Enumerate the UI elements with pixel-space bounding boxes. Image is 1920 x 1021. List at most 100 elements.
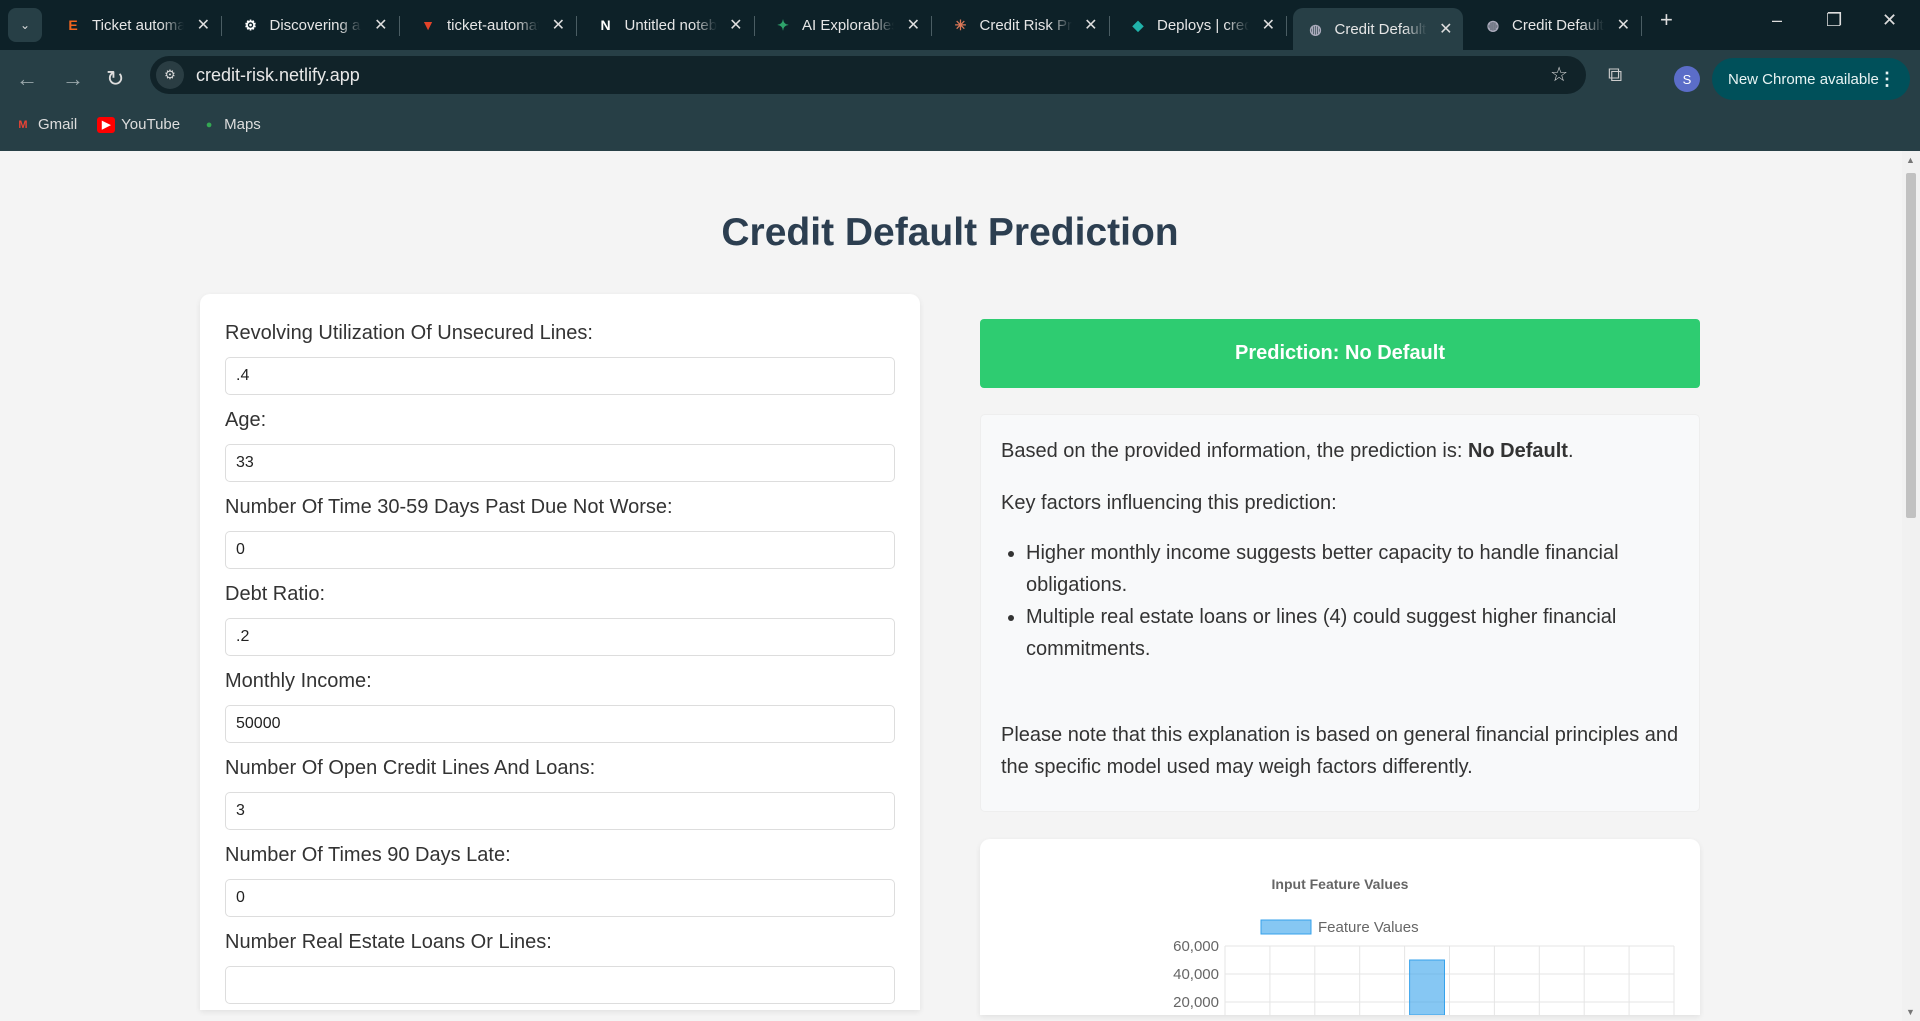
field-input[interactable] (225, 966, 895, 1004)
field-input[interactable] (225, 792, 895, 830)
bookmarks-bar: M Gmail ▶ YouTube ● Maps (14, 116, 261, 133)
bookmark-gmail[interactable]: M Gmail (14, 116, 77, 133)
close-tab-icon[interactable]: ✕ (374, 15, 387, 35)
form-field: Number Of Open Credit Lines And Loans: (225, 757, 895, 844)
bookmark-star-icon[interactable]: ☆ (1550, 62, 1568, 87)
scroll-down-icon[interactable]: ▼ (1906, 1007, 1915, 1017)
close-tab-icon[interactable]: ✕ (1084, 15, 1097, 35)
scrollbar[interactable]: ▲ ▼ (1902, 151, 1920, 1021)
reload-button[interactable]: ↻ (106, 66, 124, 92)
factors-heading: Key factors influencing this prediction: (1001, 492, 1337, 514)
form-field: Number Of Time 30-59 Days Past Due Not W… (225, 496, 895, 583)
field-input[interactable] (225, 618, 895, 656)
new-tab-button[interactable]: + (1660, 7, 1673, 33)
browser-tab[interactable]: ◍ Credit Default Prediction ✕ (1470, 8, 1642, 42)
tab-title: ticket-automation (447, 16, 539, 34)
factors-list: Higher monthly income suggests better ca… (1026, 537, 1679, 665)
tab-divider (1641, 16, 1642, 36)
bookmark-label: Gmail (38, 116, 78, 133)
gear-icon: ⚙ (244, 16, 257, 33)
browser-tab[interactable]: ◆ Deploys | credit ✕ (1115, 8, 1287, 42)
tab-divider (398, 16, 400, 36)
y-tick-label: 40,000 (1173, 966, 1219, 983)
restore-button[interactable]: ❐ (1826, 10, 1842, 31)
bookmark-youtube[interactable]: ▶ YouTube (97, 116, 180, 133)
tab-divider (221, 16, 222, 36)
menu-dots-icon[interactable]: ⋮ (1878, 69, 1896, 90)
field-label: Age: (225, 409, 267, 431)
intro-end: . (1567, 440, 1574, 462)
page-title: Credit Default Prediction (721, 211, 1179, 254)
field-label: Monthly Income: (225, 670, 372, 692)
url-text[interactable]: credit-risk.netlify.app (196, 65, 360, 86)
tab-title: Discovering a (269, 16, 361, 34)
browser-tab[interactable]: E Ticket automation ✕ (50, 8, 222, 42)
factor-item: Multiple real estate loans or lines (4) … (1026, 601, 1679, 665)
field-label: Revolving Utilization Of Unsecured Lines… (225, 322, 593, 344)
forward-button[interactable]: → (62, 66, 84, 92)
bar (1409, 959, 1446, 1015)
gmail-icon: M (18, 118, 28, 131)
tab-search-button[interactable]: ⌄ (8, 8, 42, 42)
back-button[interactable]: ← (16, 66, 38, 92)
site-info-icon[interactable]: ⚙ (156, 61, 184, 89)
browser-tab[interactable]: N Untitled notebook ✕ (583, 8, 755, 42)
field-input[interactable] (225, 357, 895, 395)
address-bar[interactable]: ⚙ credit-risk.netlify.app ☆ (150, 56, 1586, 94)
form-field: Number Real Estate Loans Or Lines: (225, 931, 895, 1004)
tab-title: Credit Default Prediction (1334, 20, 1427, 38)
field-input[interactable] (225, 879, 895, 917)
scrollbar-thumb[interactable] (1906, 173, 1916, 518)
tab-divider (1286, 16, 1287, 36)
explanation-box: Based on the provided information, the p… (980, 414, 1700, 812)
new-chrome-label: New Chrome available (1728, 70, 1879, 88)
close-window-button[interactable]: ✕ (1882, 10, 1897, 31)
tab-title: Ticket automation (92, 16, 184, 34)
field-label: Number Real Estate Loans Or Lines: (225, 931, 552, 953)
close-tab-icon[interactable]: ✕ (197, 15, 210, 35)
minimize-button[interactable]: – (1772, 10, 1782, 31)
close-tab-icon[interactable]: ✕ (907, 15, 920, 35)
toolbar: ← → ↻ ⚙ credit-risk.netlify.app ☆ ⧉ S Ne… (0, 50, 1920, 151)
tab-divider (576, 16, 577, 36)
y-tick-label: 60,000 (1173, 938, 1219, 955)
form-field: Debt Ratio: (225, 583, 895, 670)
field-input[interactable] (225, 531, 895, 569)
form-field: Number Of Times 90 Days Late: (225, 844, 895, 931)
sparkle-icon: ✦ (777, 16, 789, 33)
field-input[interactable] (225, 444, 895, 482)
browser-tab[interactable]: ▼ ticket-automation ✕ (405, 8, 577, 42)
prediction-banner: Prediction: No Default (980, 319, 1700, 388)
form-field: Age: (225, 409, 895, 496)
close-tab-icon[interactable]: ✕ (1617, 15, 1630, 35)
browser-tab[interactable]: ◍ Credit Default Prediction ✕ (1292, 8, 1463, 50)
globe-icon: ◍ (1309, 20, 1322, 37)
new-chrome-button[interactable]: New Chrome available ⋮ (1712, 58, 1910, 100)
close-tab-icon[interactable]: ✕ (1262, 15, 1275, 35)
field-label: Number Of Open Credit Lines And Loans: (225, 757, 596, 779)
browser-tab[interactable]: ✳ Credit Risk Prediction ✕ (938, 8, 1110, 42)
tab-divider (753, 16, 755, 36)
tab-title: Deploys | credit (1157, 16, 1249, 34)
feature-values-chart: Input Feature Values Feature Values 60,000… (1173, 876, 1675, 1015)
bookmark-label: YouTube (121, 116, 181, 133)
close-tab-icon[interactable]: ✕ (552, 15, 565, 35)
intro-text: Based on the provided information, the p… (1001, 440, 1468, 462)
browser-tab[interactable]: ✦ AI Explorables ✕ (760, 8, 932, 42)
close-tab-icon[interactable]: ✕ (729, 15, 742, 35)
factor-item: Higher monthly income suggests better ca… (1026, 537, 1679, 601)
avatar[interactable]: S (1674, 66, 1700, 92)
gitlab-icon: ▼ (421, 17, 435, 33)
tab-divider (931, 16, 932, 36)
close-tab-icon[interactable]: ✕ (1439, 19, 1452, 39)
bookmark-label: Maps (224, 116, 261, 133)
scroll-up-icon[interactable]: ▲ (1906, 155, 1915, 165)
legend-swatch (1260, 919, 1312, 935)
extensions-icon[interactable]: ⧉ (1608, 64, 1622, 87)
notion-icon: N (600, 17, 611, 33)
browser-tab[interactable]: ⚙ Discovering a ✕ (228, 8, 400, 42)
bookmark-maps[interactable]: ● Maps (200, 116, 261, 133)
field-label: Debt Ratio: (225, 583, 326, 605)
field-input[interactable] (225, 705, 895, 743)
field-label: Number Of Times 90 Days Late: (225, 844, 511, 866)
